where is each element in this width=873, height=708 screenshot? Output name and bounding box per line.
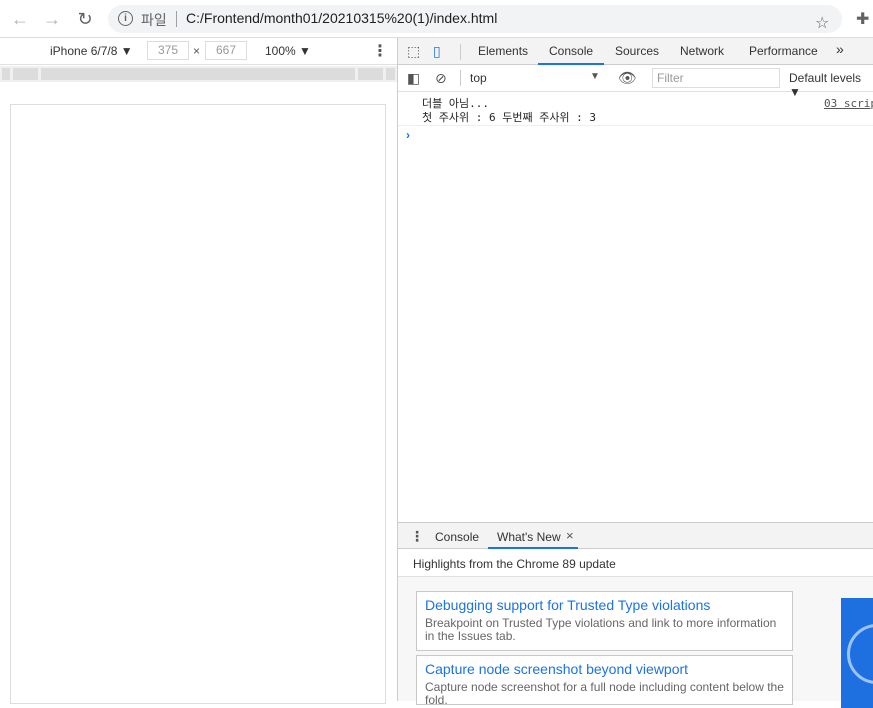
feature-card-desc: Breakpoint on Trusted Type violations an… bbox=[425, 616, 777, 643]
drawer-tab-bar: ⋮ Console What's New × bbox=[398, 522, 873, 549]
bookmark-star-icon[interactable]: ☆ bbox=[815, 13, 829, 33]
tab-sources[interactable]: Sources bbox=[615, 44, 659, 58]
forward-arrow-icon[interactable]: → bbox=[40, 7, 64, 31]
device-toolbar: iPhone 6/7/8 ▼ 375 × 667 100% ▼ ⋮ bbox=[0, 38, 397, 65]
more-tabs-icon[interactable]: » bbox=[836, 41, 844, 57]
update-hero-image bbox=[841, 598, 873, 708]
tab-divider bbox=[460, 44, 461, 60]
ruler-segment[interactable] bbox=[358, 68, 383, 80]
device-select[interactable]: iPhone 6/7/8 ▼ bbox=[50, 44, 133, 58]
browser-toolbar: ← → ↻ i 파일 C:/Frontend/month01/20210315%… bbox=[0, 0, 873, 38]
omnibox-divider bbox=[176, 11, 177, 27]
url-text[interactable]: C:/Frontend/month01/20210315%20(1)/index… bbox=[186, 10, 497, 26]
feature-card-title[interactable]: Capture node screenshot beyond viewport bbox=[425, 661, 784, 678]
drawer-menu-icon[interactable]: ⋮ bbox=[410, 528, 424, 545]
ruler-segment[interactable] bbox=[13, 68, 38, 80]
highlights-header: Highlights from the Chrome 89 update bbox=[398, 549, 873, 577]
toolbar-divider bbox=[460, 70, 461, 86]
dimension-times-icon: × bbox=[193, 44, 201, 58]
console-prompt-icon[interactable]: › bbox=[406, 128, 410, 142]
address-bar[interactable]: i 파일 C:/Frontend/month01/20210315%20(1)/… bbox=[108, 5, 842, 33]
ruler-segment[interactable] bbox=[386, 68, 395, 80]
console-toolbar: ◧ ⊘ top ▼ 👁 Filter Default levels ▼ bbox=[398, 65, 873, 99]
back-arrow-icon[interactable]: ← bbox=[8, 7, 32, 31]
width-input[interactable]: 375 bbox=[147, 41, 189, 60]
device-screen[interactable] bbox=[10, 104, 386, 704]
height-input[interactable]: 667 bbox=[205, 41, 247, 60]
zoom-select[interactable]: 100% ▼ bbox=[265, 44, 311, 58]
tab-performance[interactable]: Performance bbox=[749, 44, 818, 58]
sidebar-toggle-icon[interactable]: ◧ bbox=[407, 70, 420, 87]
console-message: 더블 아님... 첫 주사위 : 6 두번째 주사위 : 3 03 script bbox=[398, 92, 873, 126]
extensions-puzzle-icon[interactable]: ✚ bbox=[856, 9, 869, 29]
drawer-tab-whats-new[interactable]: What's New bbox=[497, 530, 561, 544]
ruler-segment[interactable] bbox=[2, 68, 10, 80]
tab-console[interactable]: Console bbox=[549, 44, 593, 58]
feature-card-desc: Capture node screenshot for a full node … bbox=[425, 680, 784, 705]
feature-card-title[interactable]: Debugging support for Trusted Type viola… bbox=[425, 597, 784, 614]
device-toggle-icon[interactable]: ▯ bbox=[433, 43, 441, 60]
message-source-link[interactable]: 03 script bbox=[824, 97, 873, 110]
whats-new-body: Debugging support for Trusted Type viola… bbox=[398, 577, 873, 708]
clear-console-icon[interactable]: ⊘ bbox=[435, 70, 447, 87]
tab-network[interactable]: Network bbox=[680, 44, 724, 58]
device-more-icon[interactable]: ⋮ bbox=[372, 41, 388, 61]
devtools-panel: ⬚ ▯ Elements Console Sources Network Per… bbox=[397, 38, 873, 708]
console-message-line: 첫 주사위 : 6 두번째 주사위 : 3 bbox=[422, 111, 597, 124]
context-dropdown-icon[interactable]: ▼ bbox=[590, 71, 600, 82]
feature-card[interactable]: Debugging support for Trusted Type viola… bbox=[416, 591, 793, 651]
drawer-tab-console[interactable]: Console bbox=[435, 530, 479, 544]
context-select[interactable]: top bbox=[470, 71, 487, 85]
inspect-element-icon[interactable]: ⬚ bbox=[407, 43, 420, 60]
reload-icon[interactable]: ↻ bbox=[73, 7, 97, 31]
device-viewport-area bbox=[0, 82, 397, 704]
scheme-label: 파일 bbox=[141, 13, 167, 29]
devtools-tab-bar: ⬚ ▯ Elements Console Sources Network Per… bbox=[398, 38, 873, 65]
highlights-text: Highlights from the Chrome 89 update bbox=[413, 557, 616, 571]
filter-input[interactable]: Filter bbox=[652, 68, 780, 88]
feature-card[interactable]: Capture node screenshot beyond viewport … bbox=[416, 655, 793, 705]
media-query-ruler bbox=[0, 66, 397, 82]
ruler-segment[interactable] bbox=[41, 68, 355, 80]
live-expression-eye-icon[interactable]: 👁 bbox=[618, 69, 637, 87]
tab-elements[interactable]: Elements bbox=[478, 44, 528, 58]
drawer-close-icon[interactable]: × bbox=[566, 528, 574, 543]
info-icon[interactable]: i bbox=[118, 11, 133, 26]
